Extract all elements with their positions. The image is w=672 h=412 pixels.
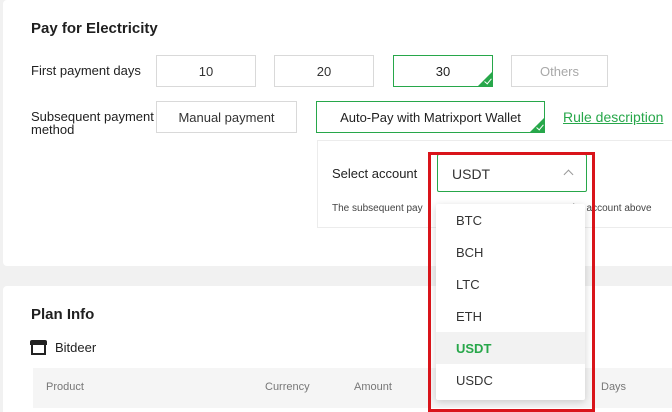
column-header-amount: Amount [354, 381, 392, 393]
days-option-30-label: 30 [435, 63, 451, 79]
note-text-left: The subsequent pay [332, 203, 423, 214]
first-payment-days-label: First payment days [31, 63, 141, 78]
section-title: Pay for Electricity [31, 20, 158, 37]
plan-info-title: Plan Info [31, 306, 95, 323]
column-header-currency: Currency [265, 381, 310, 393]
column-header-days: Days [601, 381, 627, 393]
column-header-product: Product [46, 381, 84, 393]
days-option-others[interactable]: Others [511, 55, 608, 87]
autopay-wallet-label: Auto-Pay with Matrixport Wallet [340, 109, 521, 125]
autopay-wallet-option[interactable]: Auto-Pay with Matrixport Wallet [316, 101, 545, 133]
store-icon [30, 340, 47, 355]
selected-check-icon [478, 72, 492, 86]
selected-check-icon [530, 118, 544, 132]
account-dropdown-menu: BTC BCH LTC ETH USDT USDC [436, 204, 585, 400]
account-option-ltc[interactable]: LTC [436, 268, 585, 300]
brand-row: Bitdeer [30, 340, 96, 355]
rule-description-link[interactable]: Rule description [563, 109, 663, 125]
account-select[interactable]: USDT [437, 154, 587, 192]
days-option-20[interactable]: 20 [274, 55, 374, 87]
account-option-eth[interactable]: ETH [436, 300, 585, 332]
account-select-value: USDT [452, 166, 491, 182]
account-option-usdt[interactable]: USDT [436, 332, 585, 364]
account-option-usdc[interactable]: USDC [436, 364, 585, 396]
subsequent-method-label: Subsequent payment method [31, 110, 154, 136]
brand-name: Bitdeer [55, 340, 97, 355]
account-option-bch[interactable]: BCH [436, 236, 585, 268]
select-account-label: Select account [332, 166, 418, 181]
days-option-30[interactable]: 30 [393, 55, 493, 87]
account-option-btc[interactable]: BTC [436, 204, 585, 236]
manual-payment-option[interactable]: Manual payment [156, 101, 297, 133]
chevron-up-icon [563, 169, 574, 180]
subsequent-method-label-line2: method [31, 122, 75, 137]
days-option-10[interactable]: 10 [156, 55, 256, 87]
